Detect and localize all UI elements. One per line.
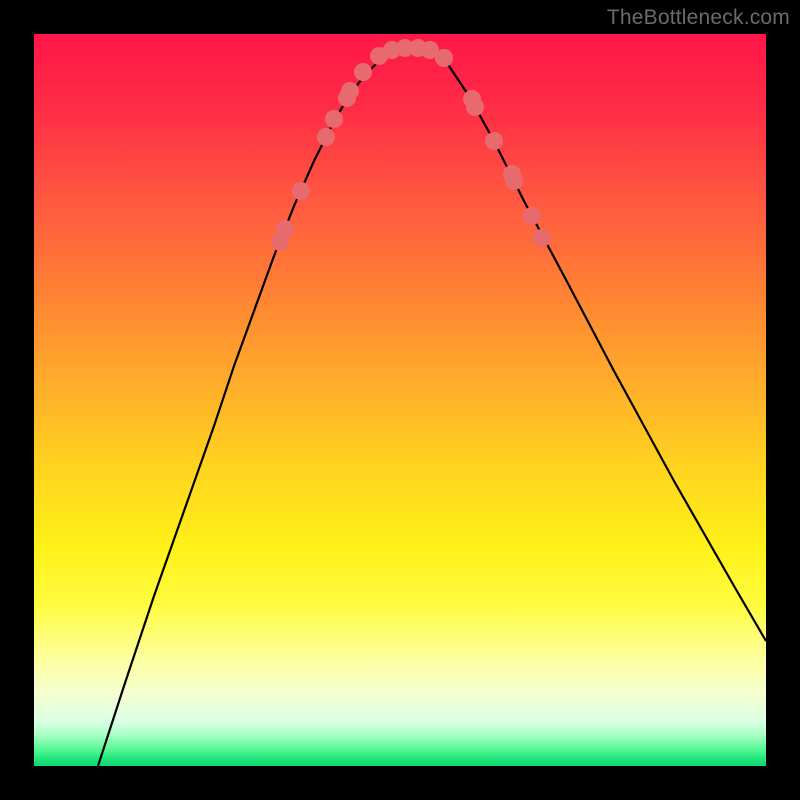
curve-marker (485, 132, 503, 150)
curve-marker (276, 220, 294, 238)
curve-marker (505, 172, 523, 190)
chart-frame (34, 34, 766, 766)
curve-marker (317, 128, 335, 146)
curve-marker (292, 182, 310, 200)
curve-marker (435, 49, 453, 67)
curve-marker (466, 98, 484, 116)
bottleneck-curve (98, 48, 766, 766)
curve-marker (523, 207, 541, 225)
curve-marker (533, 229, 551, 247)
curve-marker (325, 110, 343, 128)
marker-group (271, 39, 551, 251)
watermark-text: TheBottleneck.com (607, 6, 790, 30)
curve-marker (341, 82, 359, 100)
chart-svg (34, 34, 766, 766)
curve-marker (354, 63, 372, 81)
